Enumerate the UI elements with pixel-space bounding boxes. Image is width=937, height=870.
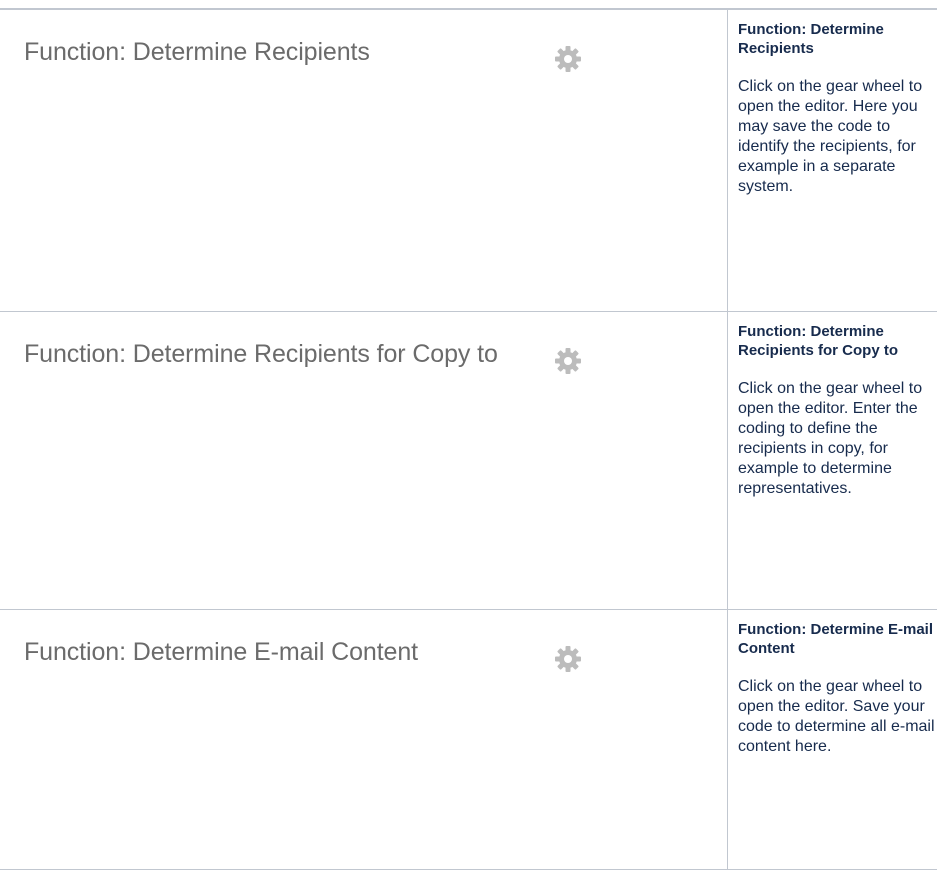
description-title: Function: Determine Recipients for Copy …	[738, 322, 936, 360]
function-label: Function: Determine Recipients for Copy …	[24, 336, 544, 372]
description-cell: Function: Determine E-mail Content Click…	[728, 609, 937, 869]
description-text: Click on the gear wheel to open the edit…	[738, 677, 936, 757]
gear-icon[interactable]	[553, 346, 583, 376]
description-title: Function: Determine E-mail Content	[738, 620, 936, 658]
function-table: Function: Determine Recipients Function:…	[0, 8, 937, 870]
screenshot-cell: Function: Determine E-mail Content	[0, 609, 728, 869]
function-label: Function: Determine Recipients	[24, 34, 544, 70]
table-row: Function: Determine Recipients Function:…	[0, 9, 937, 311]
gear-icon[interactable]	[553, 644, 583, 674]
description-text: Click on the gear wheel to open the edit…	[738, 379, 936, 499]
description-text: Click on the gear wheel to open the edit…	[738, 77, 936, 197]
table-row: Function: Determine Recipients for Copy …	[0, 311, 937, 609]
description-cell: Function: Determine Recipients for Copy …	[728, 311, 937, 609]
description-cell: Function: Determine Recipients Click on …	[728, 9, 937, 311]
gear-icon[interactable]	[553, 44, 583, 74]
function-label: Function: Determine E-mail Content	[24, 634, 544, 670]
screenshot-cell: Function: Determine Recipients	[0, 9, 728, 311]
description-title: Function: Determine Recipients	[738, 20, 936, 58]
screenshot-cell: Function: Determine Recipients for Copy …	[0, 311, 728, 609]
table-row: Function: Determine E-mail Content Funct…	[0, 609, 937, 869]
